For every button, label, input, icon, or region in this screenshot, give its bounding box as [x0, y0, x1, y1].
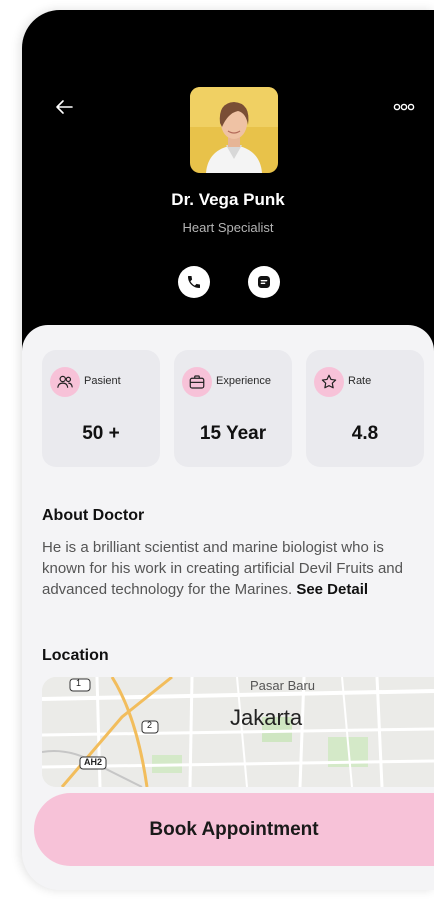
road-marker: 2	[147, 720, 153, 730]
phone-screen: Dr. Vega Punk Heart Specialist Pasient 5…	[22, 10, 434, 890]
map-city-label: Jakarta	[230, 705, 303, 730]
call-button[interactable]	[178, 266, 210, 298]
location-map[interactable]: 1 2 AH2 Pasar Baru Jakarta	[42, 677, 434, 787]
phone-icon	[188, 276, 200, 288]
stat-label: Experience	[216, 375, 272, 387]
star-icon	[314, 367, 344, 397]
about-title: About Doctor	[42, 507, 145, 524]
stat-value: 15 Year	[199, 423, 267, 444]
more-dots-icon	[393, 103, 415, 111]
stat-card-experience: Experience 15 Year	[174, 350, 292, 467]
location-title: Location	[42, 647, 109, 664]
map-area-label: Pasar Baru	[250, 678, 316, 693]
message-button[interactable]	[248, 266, 280, 298]
stat-label: Rate	[348, 375, 372, 387]
doctor-name: Dr. Vega Punk	[171, 190, 285, 209]
book-appointment-button[interactable]: Book Appointment	[34, 793, 434, 866]
stat-card-rate: Rate 4.8	[306, 350, 424, 467]
back-button[interactable]	[52, 95, 76, 119]
arrow-left-icon	[56, 100, 73, 114]
chat-icon	[258, 276, 270, 288]
briefcase-icon	[182, 367, 212, 397]
users-icon	[50, 367, 80, 397]
stat-label: Pasient	[84, 375, 121, 387]
road-marker: 1	[76, 678, 82, 688]
road-marker: AH2	[84, 757, 103, 767]
doctor-specialty: Heart Specialist	[182, 220, 274, 235]
profile-header	[22, 10, 434, 355]
doctor-avatar	[190, 87, 278, 173]
stat-value: 4.8	[351, 423, 379, 444]
stat-card-patients: Pasient 50 +	[42, 350, 160, 467]
stat-value: 50 +	[82, 423, 120, 444]
more-button[interactable]	[392, 100, 416, 114]
see-detail-link[interactable]: See Detail	[296, 581, 368, 598]
about-description: He is a brilliant scientist and marine b…	[42, 537, 422, 600]
